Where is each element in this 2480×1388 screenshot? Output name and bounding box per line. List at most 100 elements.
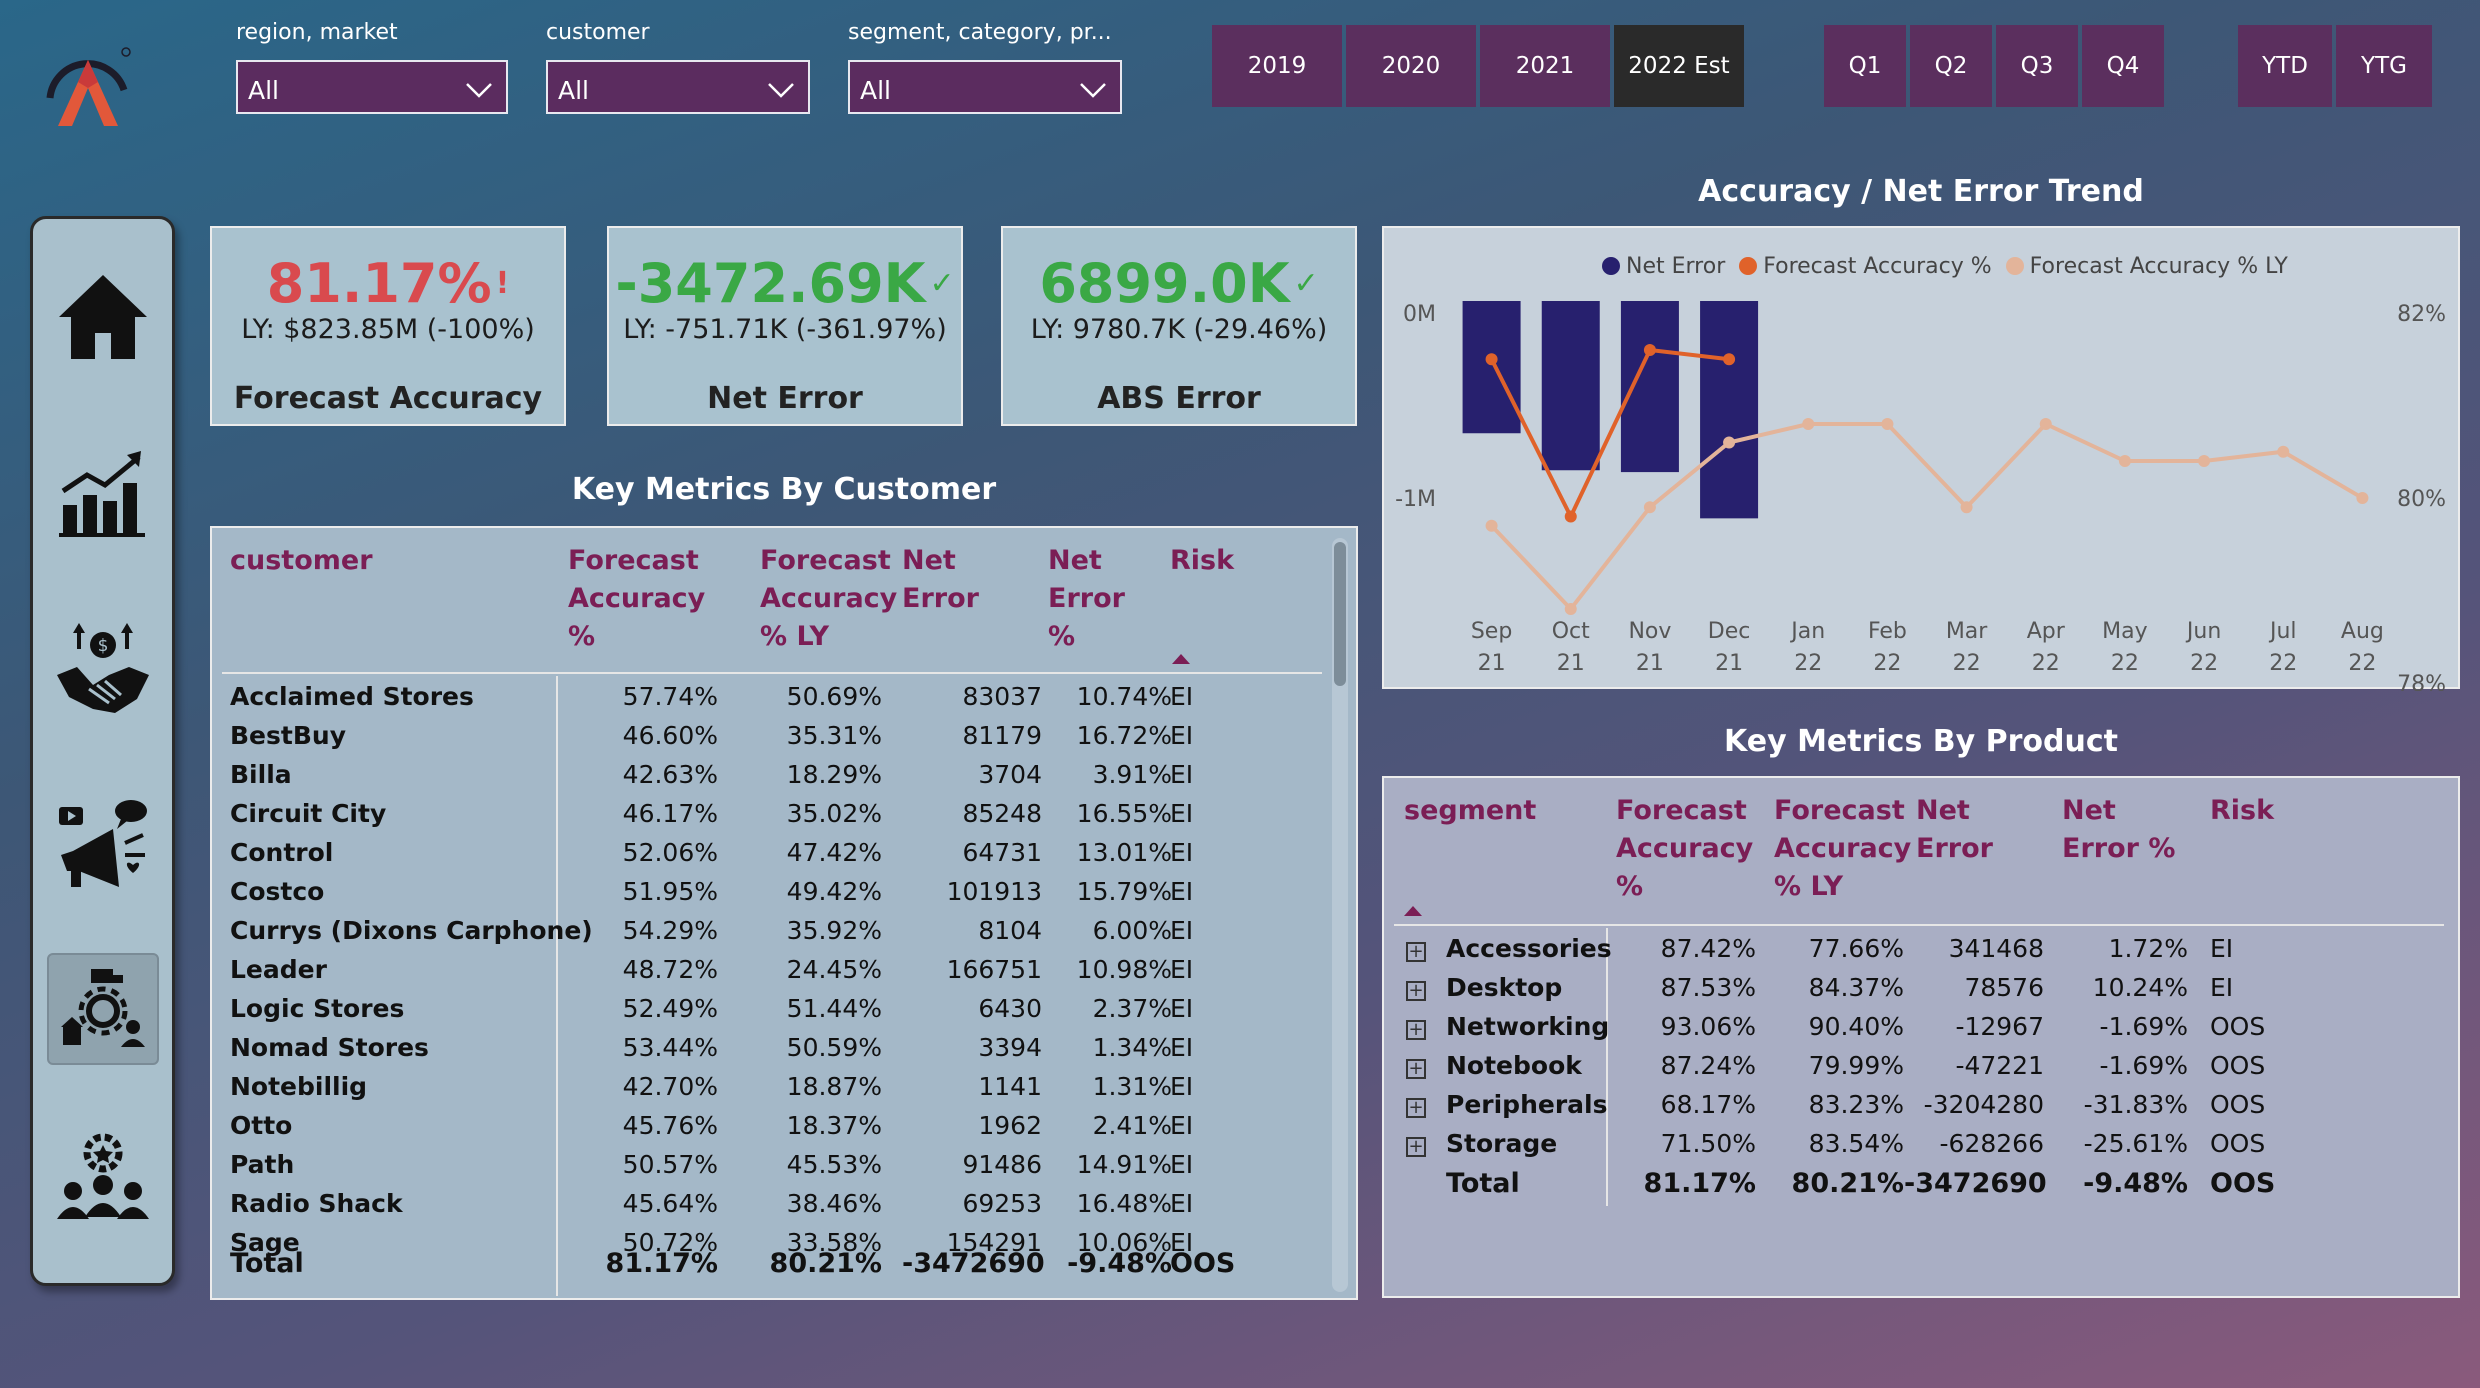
expand-icon[interactable]: + (1406, 1059, 1426, 1079)
expand-icon[interactable]: + (1406, 981, 1426, 1001)
chevron-down-icon (1080, 83, 1106, 98)
supply-chain-icon (61, 969, 145, 1047)
table-cell: -31.83% (2083, 1090, 2188, 1119)
filter-label: region, market (236, 20, 398, 45)
table-cell: 15.79% (1076, 877, 1172, 906)
table-row[interactable]: Notebillig 42.70% 18.87% 1141 1.31% EI (212, 1066, 1322, 1105)
forecast-accuracy-point (1723, 353, 1736, 366)
column-header-forecast-accuracy[interactable]: Forecast Accuracy % (568, 542, 738, 656)
table-row[interactable]: Otto 45.76% 18.37% 1962 2.41% EI (212, 1105, 1322, 1144)
table-row[interactable]: Circuit City 46.17% 35.02% 85248 16.55% EI (212, 793, 1322, 832)
table-row[interactable]: Leader 48.72% 24.45% 166751 10.98% EI (212, 949, 1322, 988)
column-header-forecast-accuracy[interactable]: Forecast Accuracy % (1616, 792, 1766, 906)
table-row[interactable]: BestBuy 46.60% 35.31% 81179 16.72% EI (212, 715, 1322, 754)
expand-icon[interactable]: + (1406, 1098, 1426, 1118)
table-row[interactable]: + Accessories 87.42% 77.66% 341468 1.72% EI (1384, 928, 2444, 967)
filter-region-market: region, market All (236, 20, 508, 114)
scrollbar-track[interactable] (1332, 538, 1348, 1292)
x-axis-tick-label: Mar 22 (1946, 619, 1988, 676)
chart-title: Accuracy / Net Error Trend (1698, 174, 2144, 209)
column-header-forecast-accuracy-ly[interactable]: Forecast Accuracy % LY (760, 542, 900, 656)
scrollbar-thumb[interactable] (1334, 542, 1346, 686)
column-header-customer[interactable]: customer (230, 542, 430, 580)
nav-home[interactable] (47, 261, 159, 373)
table-row[interactable]: + Storage 71.50% 83.54% -628266 -25.61% OOS (1384, 1123, 2444, 1162)
quarter-button-q2[interactable]: Q2 (1910, 25, 1992, 107)
column-header-net-error[interactable]: Net Error (902, 542, 1042, 618)
expand-icon[interactable]: + (1406, 1020, 1426, 1040)
forecast-accuracy-ly-point (2277, 445, 2290, 458)
x-axis-tick-label: Oct 21 (1552, 619, 1590, 676)
kpi-last-year: LY: 9780.7K (-29.46%) (1030, 314, 1328, 345)
right-axis-tick-label: 82% (2397, 302, 2446, 327)
table-row[interactable]: Billa 42.63% 18.29% 3704 3.91% EI (212, 754, 1322, 793)
table-row[interactable]: + Networking 93.06% 90.40% -12967 -1.69% OOS (1384, 1006, 2444, 1045)
table-row[interactable]: Logic Stores 52.49% 51.44% 6430 2.37% EI (212, 988, 1322, 1027)
sort-ascending-icon[interactable] (1172, 654, 1190, 664)
check-icon: ✓ (929, 266, 955, 301)
accuracy-net-error-trend-chart: Net Error Forecast Accuracy % Forecast A… (1382, 226, 2460, 691)
table-row[interactable]: Radio Shack 45.64% 38.46% 69253 16.48% EI (212, 1183, 1322, 1222)
x-axis-tick-label: Jul 22 (2268, 619, 2297, 676)
year-button-2019[interactable]: 2019 (1212, 25, 1342, 107)
table-cell: 90.40% (1808, 1012, 1904, 1041)
table-row[interactable]: Costco 51.95% 49.42% 101913 15.79% EI (212, 871, 1322, 910)
table-cell: OOS (2210, 1051, 2266, 1080)
period-button-ytg[interactable]: YTG (2336, 25, 2432, 107)
customer-metrics-table: customer Forecast Accuracy % Forecast Ac… (210, 526, 1358, 1300)
segment-category-dropdown[interactable]: All (848, 60, 1122, 114)
customer-name-cell: Radio Shack (230, 1189, 403, 1218)
table-cell: 14.91% (1076, 1150, 1172, 1179)
table-row[interactable]: + Notebook 87.24% 79.99% -47221 -1.69% OOS (1384, 1045, 2444, 1084)
customer-name-cell: Path (230, 1150, 295, 1179)
expand-icon[interactable]: + (1406, 1137, 1426, 1157)
table-cell: -47221 (1955, 1051, 2044, 1080)
net-error-bar (1541, 301, 1600, 471)
column-header-net-error[interactable]: Net Error (1916, 792, 2056, 868)
column-header-forecast-accuracy-ly[interactable]: Forecast Accuracy % LY (1774, 792, 1914, 906)
table-row[interactable]: Nomad Stores 53.44% 50.59% 3394 1.34% EI (212, 1027, 1322, 1066)
table-cell: 2.37% (1092, 994, 1172, 1023)
table-row[interactable]: + Peripherals 68.17% 83.23% -3204280 -31.83% O… (1384, 1084, 2444, 1123)
table-cell: 1.34% (1092, 1033, 1172, 1062)
quarter-button-q4[interactable]: Q4 (2082, 25, 2164, 107)
year-button-2020[interactable]: 2020 (1346, 25, 1476, 107)
column-header-risk[interactable]: Risk (2210, 792, 2290, 830)
x-axis-tick-label: Jan 22 (1789, 619, 1825, 676)
sort-ascending-icon[interactable] (1404, 906, 1422, 916)
column-header-net-error-pct[interactable]: Net Error % (2062, 792, 2202, 868)
table-cell: 81179 (962, 721, 1042, 750)
table-row[interactable]: + Desktop 87.53% 84.37% 78576 10.24% EI (1384, 967, 2444, 1006)
nav-sales-growth[interactable] (47, 437, 159, 549)
nav-marketing[interactable] (47, 789, 159, 901)
quarter-button-q1[interactable]: Q1 (1824, 25, 1906, 107)
period-button-ytd[interactable]: YTD (2238, 25, 2332, 107)
customer-name-cell: Circuit City (230, 799, 387, 828)
customer-dropdown[interactable]: All (546, 60, 810, 114)
table-cell: 6.00% (1092, 916, 1172, 945)
column-header-risk[interactable]: Risk (1170, 542, 1250, 580)
expand-icon[interactable]: + (1406, 942, 1426, 962)
nav-supply-chain[interactable] (47, 953, 159, 1065)
total-cell: -3472690 (902, 1248, 1045, 1279)
chart-plot: 0M -1M 82% 80% 78% Sep 21 Oct 21 Nov 21 Dec 21 Jan 22 F… (1395, 301, 2446, 691)
quarter-button-q3[interactable]: Q3 (1996, 25, 2078, 107)
table-row[interactable]: Control 52.06% 47.42% 64731 13.01% EI (212, 832, 1322, 871)
table-cell: 69253 (962, 1189, 1042, 1218)
column-header-segment[interactable]: segment (1404, 792, 1584, 830)
total-cell: 80.21% (769, 1248, 882, 1279)
table-cell: 87.42% (1660, 934, 1756, 963)
year-button-2022-est[interactable]: 2022 Est (1614, 25, 1744, 107)
table-cell: -628266 (1939, 1129, 2044, 1158)
table-cell: 50.57% (622, 1150, 718, 1179)
nav-finance[interactable]: $ (47, 613, 159, 725)
nav-executive[interactable] (47, 1125, 159, 1237)
table-cell: 87.24% (1660, 1051, 1756, 1080)
table-row[interactable]: Path 50.57% 45.53% 91486 14.91% EI (212, 1144, 1322, 1183)
column-header-net-error-pct[interactable]: Net Error % (1048, 542, 1148, 656)
year-button-2021[interactable]: 2021 (1480, 25, 1610, 107)
total-cell: OOS (2210, 1168, 2276, 1199)
table-row[interactable]: Currys (Dixons Carphone) 54.29% 35.92% 8104… (212, 910, 1322, 949)
table-row[interactable]: Acclaimed Stores 57.74% 50.69% 83037 10.74% E… (212, 676, 1322, 715)
region-market-dropdown[interactable]: All (236, 60, 508, 114)
